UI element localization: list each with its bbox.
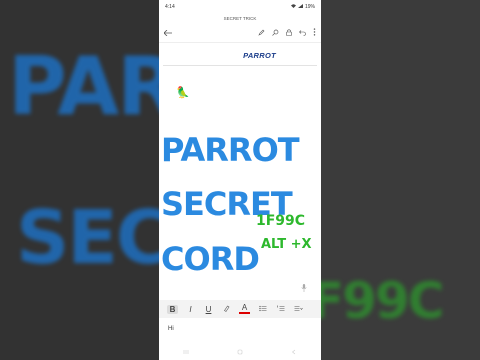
nav-recent-icon[interactable]	[183, 349, 189, 357]
undo-icon[interactable]	[299, 29, 306, 38]
format-toolbar: B I U A	[159, 300, 321, 318]
toolbar-divider	[159, 42, 321, 43]
nav-back-icon[interactable]	[291, 349, 297, 357]
status-time: 4:14	[165, 4, 175, 10]
font-color-button[interactable]: A	[239, 304, 250, 314]
nav-home-icon[interactable]	[237, 349, 243, 357]
bullet-list-icon[interactable]	[257, 305, 268, 314]
microphone-icon[interactable]	[301, 284, 307, 294]
wifi-icon	[290, 4, 296, 10]
app-title: SECRET TRICK	[223, 16, 257, 21]
pen-icon[interactable]	[258, 29, 265, 38]
suggestion-text[interactable]: Hi	[168, 326, 174, 332]
italic-button[interactable]: I	[185, 305, 196, 314]
background-text-code: F99C	[310, 272, 444, 330]
overlay-unicode-code: 1F99C	[256, 213, 306, 229]
background-text-secret: SEC	[16, 195, 170, 281]
overlay-text-cord: CORD	[161, 240, 260, 278]
overlay-text-parrot: PARROT	[161, 131, 300, 169]
navigation-bar	[159, 346, 321, 360]
background-text-parrot: PAR	[8, 40, 179, 133]
signal-icon	[297, 4, 303, 10]
overlay-shortcut: ALT +X	[261, 237, 312, 252]
bold-button[interactable]: B	[167, 304, 178, 314]
underline-button[interactable]: U	[203, 305, 214, 314]
search-icon[interactable]	[272, 29, 279, 38]
status-icons: 19%	[290, 4, 315, 10]
toolbar	[159, 24, 321, 42]
parrot-emoji[interactable]: 🦜	[176, 86, 190, 99]
arrow-left-icon[interactable]	[163, 29, 172, 38]
lock-icon[interactable]	[286, 28, 292, 38]
phone-screen: 4:14 19% SECRET TRICK PARROT 🦜 PARROT SE…	[159, 0, 321, 360]
document-header: PARROT	[243, 51, 276, 60]
highlight-icon[interactable]	[221, 305, 232, 314]
battery-level: 19%	[304, 4, 315, 10]
header-underline	[163, 65, 317, 66]
more-icon[interactable]	[313, 28, 316, 38]
status-bar: 4:14 19%	[159, 0, 321, 14]
numbered-list-icon[interactable]	[275, 305, 286, 314]
list-dropdown-icon[interactable]	[293, 305, 304, 314]
